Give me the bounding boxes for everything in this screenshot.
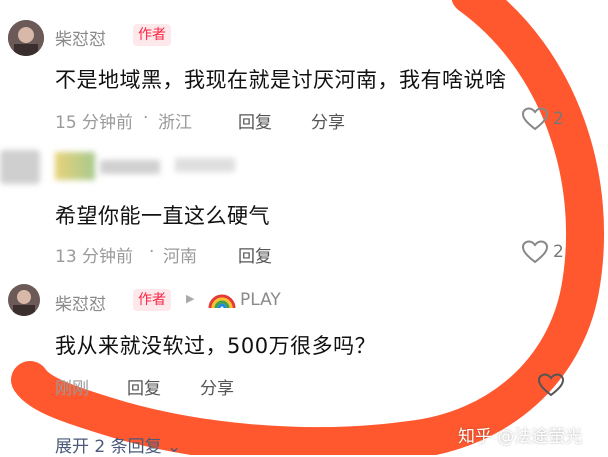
reply-to-username[interactable]: PLAY <box>240 290 281 310</box>
meta-separator: · <box>143 108 149 128</box>
reply-arrow-icon: ▶ <box>186 292 195 305</box>
username[interactable]: 柴怼怼 <box>55 290 106 315</box>
comment-text: 希望你能一直这么硬气 <box>55 204 270 228</box>
share-button[interactable]: 分享 <box>311 108 345 133</box>
reply-button[interactable]: 回复 <box>238 108 272 133</box>
share-button[interactable]: 分享 <box>200 374 234 399</box>
avatar[interactable] <box>8 284 40 316</box>
avatar[interactable] <box>8 20 44 56</box>
blurred-username[interactable] <box>55 152 95 180</box>
username[interactable]: 柴怼怼 <box>55 25 106 50</box>
comment-location: 浙江 <box>158 113 192 133</box>
meta-separator: · <box>149 242 155 262</box>
expand-replies-link[interactable]: 展开 2 条回复 ⌄ <box>55 432 181 457</box>
comment-text: 我从来就没软过，500万很多吗？ <box>55 334 377 358</box>
comment-time: 15 分钟前 <box>55 113 134 133</box>
heart-icon[interactable] <box>522 240 548 264</box>
avatar-image <box>8 20 44 56</box>
heart-icon[interactable] <box>522 107 548 131</box>
blurred-badge <box>175 158 235 172</box>
blurred-avatar[interactable] <box>0 150 40 184</box>
comment-text: 不是地域黑，我现在就是讨厌河南，我有啥说啥 <box>55 68 507 92</box>
author-badge: 作者 <box>133 289 171 311</box>
chevron-down-icon: ⌄ <box>167 437 182 457</box>
avatar-image <box>8 284 40 316</box>
author-badge: 作者 <box>133 24 171 46</box>
reply-button[interactable]: 回复 <box>127 374 161 399</box>
watermark: 知乎 @法途萤光 <box>458 427 583 447</box>
comment-time: 13 分钟前 <box>55 247 134 267</box>
like-count: 2 <box>553 242 564 262</box>
blurred-username-text <box>100 160 160 174</box>
expand-replies-label: 展开 2 条回复 <box>55 437 162 457</box>
reply-button[interactable]: 回复 <box>238 242 272 267</box>
like-count: 2 <box>553 109 564 129</box>
comment-time: 刚刚 <box>55 379 89 399</box>
heart-icon[interactable] <box>538 373 564 397</box>
rainbow-icon <box>208 294 236 309</box>
comment-location: 河南 <box>163 247 197 267</box>
